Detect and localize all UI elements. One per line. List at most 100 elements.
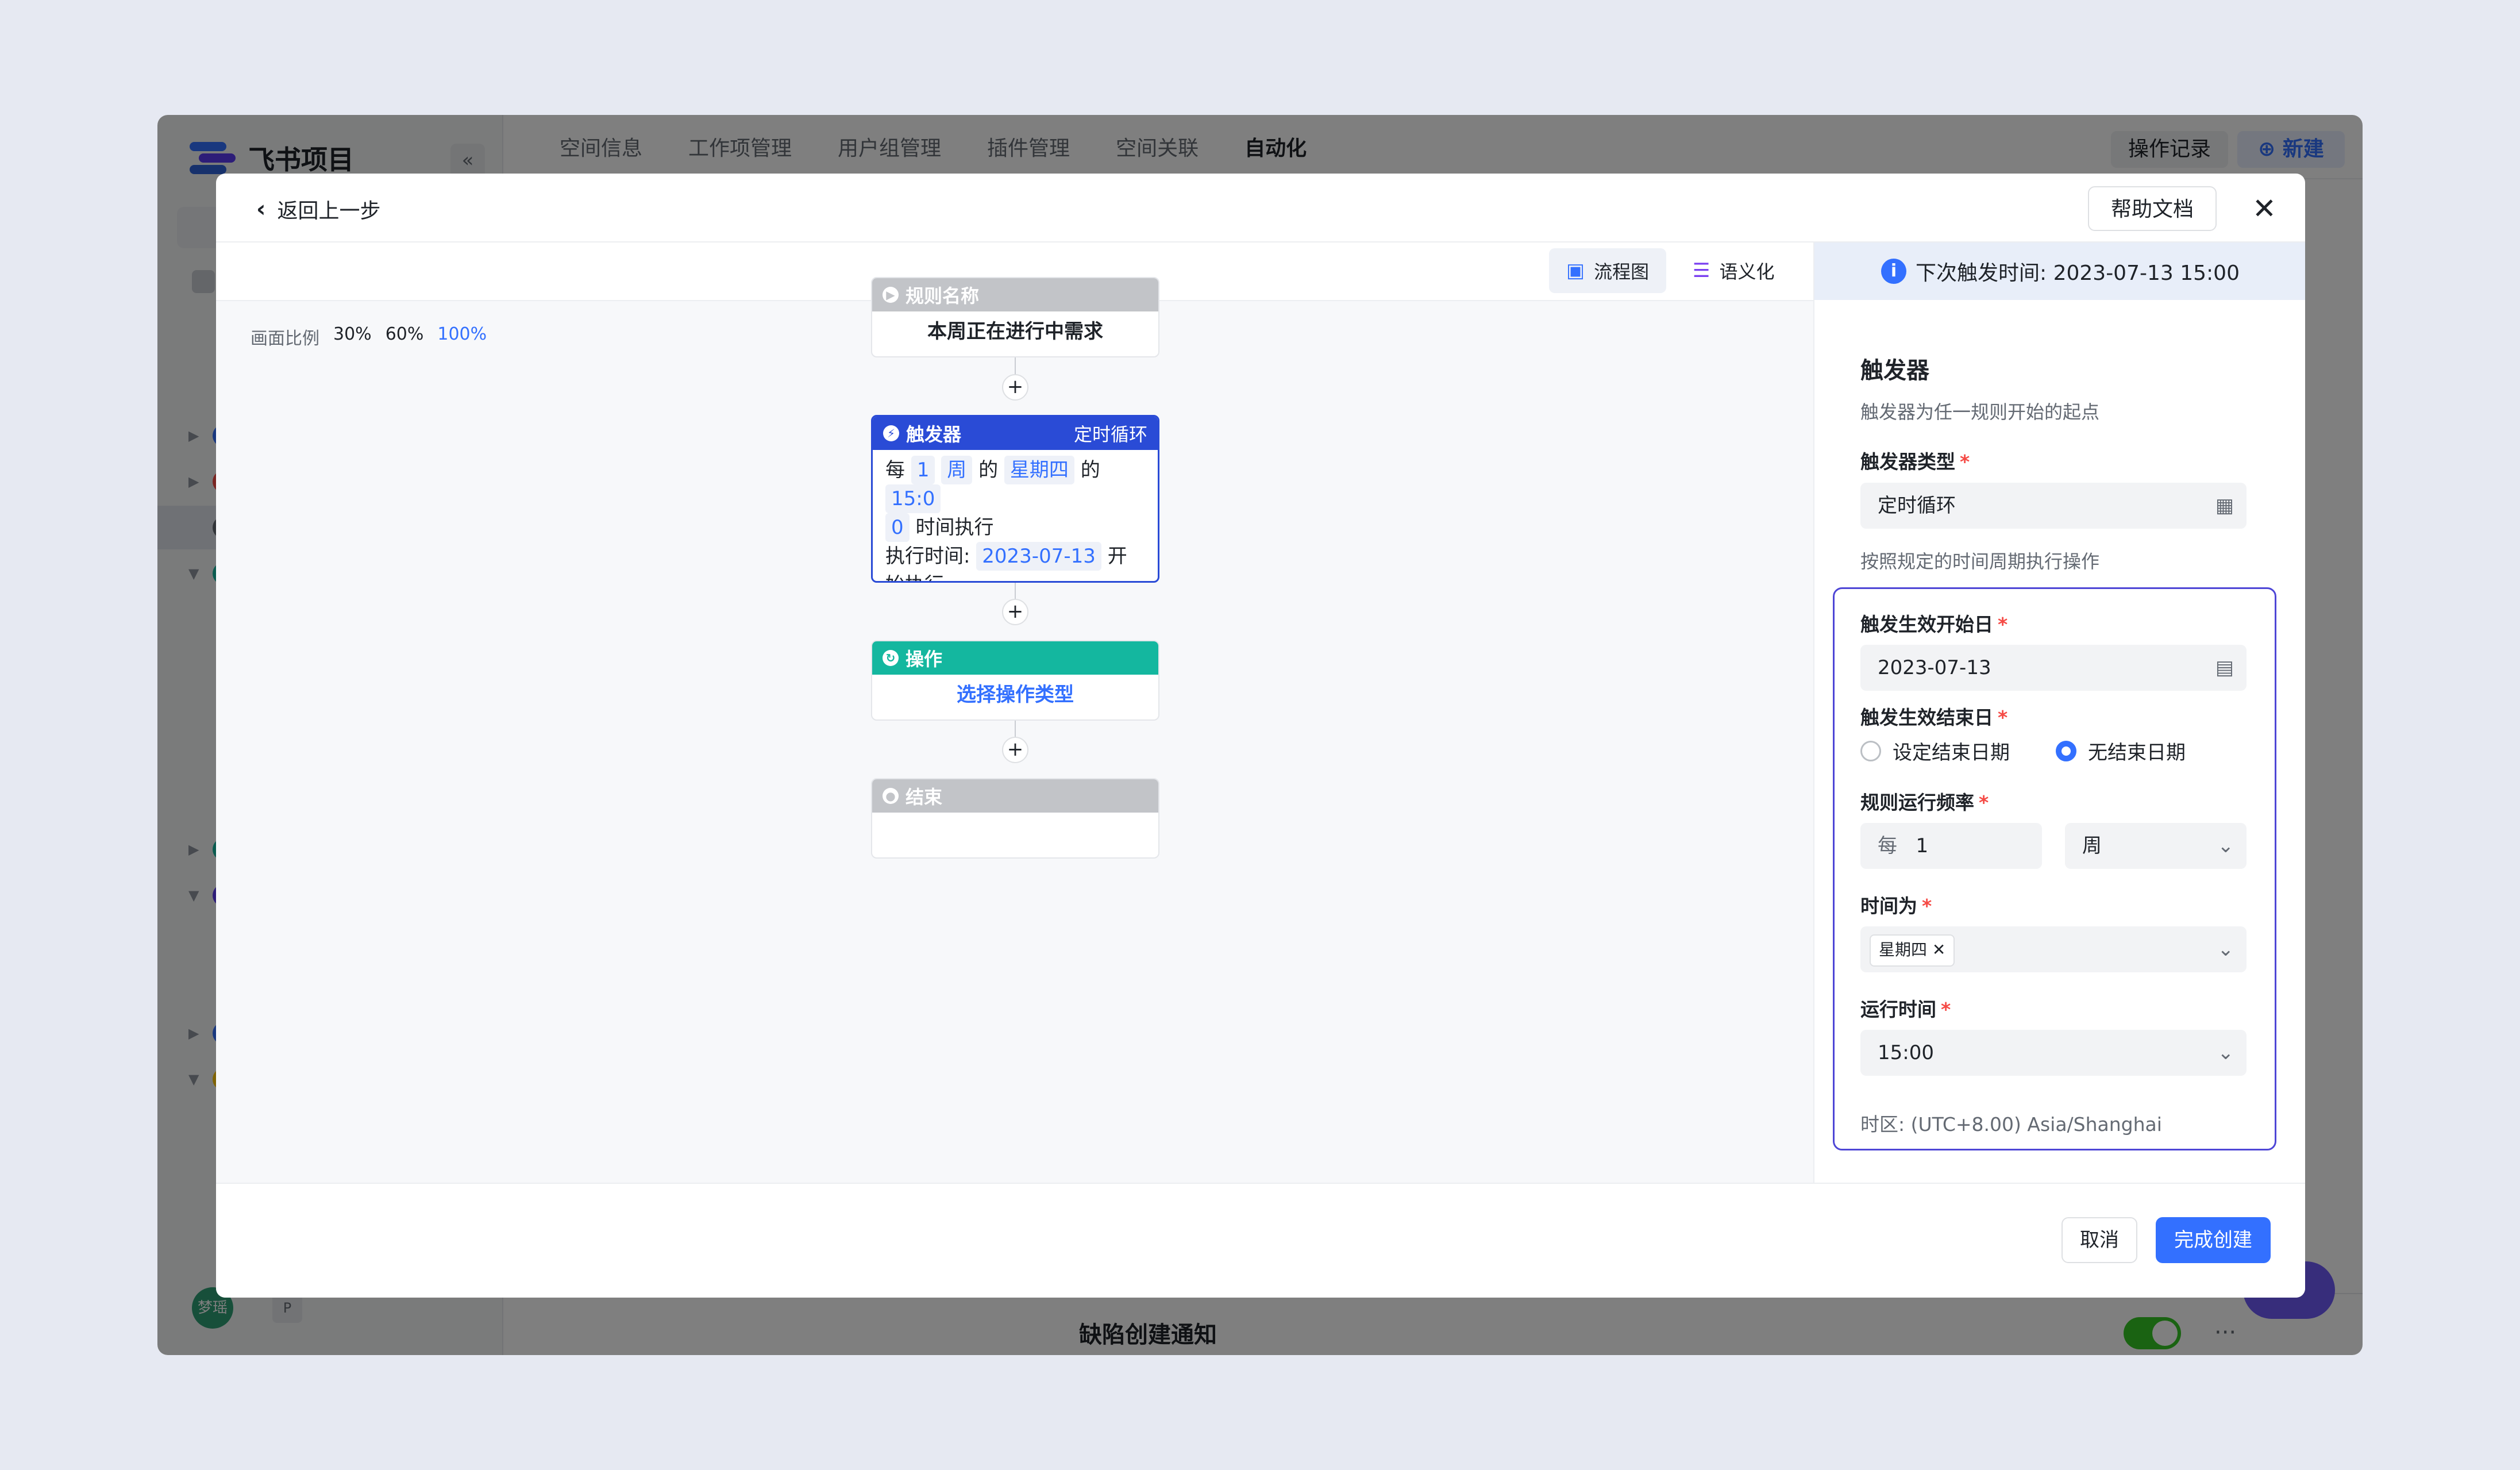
required-mark: * xyxy=(1998,706,2008,729)
radio-label: 设定结束日期 xyxy=(1893,741,2010,764)
run-time-value: 15:00 xyxy=(1878,1041,1934,1064)
label-text: 触发器类型 xyxy=(1860,451,1955,473)
tab-semantic[interactable]: ☰ 语义化 xyxy=(1675,248,1792,293)
trigger-type-select[interactable]: 定时循环 ▦ xyxy=(1860,483,2247,529)
back-label: 返回上一步 xyxy=(277,199,381,223)
rule-name-node[interactable]: ▶ 规则名称 本周正在进行中需求 xyxy=(871,277,1159,357)
next-trigger-banner: i 下次触发时间: 2023-07-13 15:00 xyxy=(1814,243,2305,300)
end-date-radio-group: 设定结束日期 无结束日期 xyxy=(1860,737,2186,765)
required-mark: * xyxy=(1960,451,1970,473)
add-node-button[interactable]: + xyxy=(1002,374,1028,401)
select-action-type-link[interactable]: 选择操作类型 xyxy=(872,675,1158,715)
frequency-unit-select[interactable]: 周 ⌄ xyxy=(2065,823,2247,869)
text: 时间执行 xyxy=(915,516,994,539)
trigger-line-2: 0 时间执行 xyxy=(885,513,1145,542)
info-icon: i xyxy=(1881,259,1906,284)
weekday-multiselect[interactable]: 星期四 ✕ ⌄ xyxy=(1860,926,2247,972)
run-time-select[interactable]: 15:00 ⌄ xyxy=(1860,1030,2247,1076)
grid-switch-icon[interactable]: ▦ xyxy=(2215,483,2234,529)
radio-label: 无结束日期 xyxy=(2088,741,2186,764)
trigger-node-body: 每 1 周 的 星期四 的 15:0 0 时间执行 执行时间: 2023-07-… xyxy=(873,450,1158,581)
modal-footer: 取消 完成创建 xyxy=(216,1183,2305,1298)
trigger-line-3: 执行时间: 2023-07-13 开 xyxy=(885,542,1145,571)
play-icon: ▶ xyxy=(883,287,899,303)
zoom-30[interactable]: 30% xyxy=(333,324,372,349)
board-icon: ▣ xyxy=(1566,259,1585,282)
frequency-input[interactable]: 每 1 xyxy=(1860,823,2042,869)
trigger-node[interactable]: ⚡ 触发器 定时循环 每 1 周 的 星期四 的 15:0 0 时间执行 执行时… xyxy=(871,415,1159,583)
text: 每 xyxy=(885,459,905,482)
rule-name-text: 本周正在进行中需求 xyxy=(927,320,1103,343)
action-node-header: ↻ 操作 xyxy=(872,641,1158,675)
token: 1 xyxy=(911,456,935,484)
end-node[interactable]: ● 结束 xyxy=(871,778,1159,859)
action-node[interactable]: ↻ 操作 选择操作类型 xyxy=(871,640,1159,721)
rule-name-header-label: 规则名称 xyxy=(905,285,980,307)
flow-canvas[interactable]: ▣ 流程图 ☰ 语义化 画面比例 30% 60% 100% ▶ 规则名称 本周正… xyxy=(216,243,1813,1183)
text: 的 xyxy=(1080,459,1100,482)
radio-no-end-date[interactable]: 无结束日期 xyxy=(2056,737,2186,765)
token: 周 xyxy=(941,456,973,484)
trigger-config-panel: i 下次触发时间: 2023-07-13 15:00 触发器 触发器为任一规则开… xyxy=(1813,243,2305,1183)
create-button[interactable]: 完成创建 xyxy=(2156,1217,2271,1263)
label-text: 触发生效结束日 xyxy=(1860,706,1993,729)
radio-circle xyxy=(1860,740,1881,761)
modal-header: ‹ 返回上一步 帮助文档 ✕ xyxy=(216,174,2305,243)
end-header-label: 结束 xyxy=(905,786,943,808)
lightning-icon: ⚡ xyxy=(883,425,899,441)
end-date-label: 触发生效结束日 * xyxy=(1860,702,2007,730)
token: 15:0 xyxy=(885,484,941,513)
frequency-label: 规则运行频率 * xyxy=(1860,787,1989,815)
trigger-node-header: ⚡ 触发器 定时循环 xyxy=(873,417,1158,450)
trigger-type-value: 定时循环 xyxy=(1878,494,1956,517)
cancel-button[interactable]: 取消 xyxy=(2062,1217,2137,1263)
trigger-line-1: 每 1 周 的 星期四 的 15:0 xyxy=(885,456,1145,513)
trigger-header-label: 触发器 xyxy=(906,424,962,445)
timezone-text: 时区: (UTC+8.00) Asia/Shanghai xyxy=(1860,1113,2162,1136)
automation-modal: ‹ 返回上一步 帮助文档 ✕ ▣ 流程图 ☰ 语义化 画面比例 30% 60% … xyxy=(216,174,2305,1298)
panel-description: 触发器为任一规则开始的起点 xyxy=(1860,401,2100,423)
tab-flowchart[interactable]: ▣ 流程图 xyxy=(1549,248,1667,293)
chevron-down-icon: ⌄ xyxy=(2217,1041,2234,1064)
required-mark: * xyxy=(1998,613,2008,636)
zoom-scale: 画面比例 30% 60% 100% xyxy=(251,324,487,349)
text: 的 xyxy=(978,459,999,482)
back-button[interactable]: ‹ 返回上一步 xyxy=(256,194,381,224)
close-icon[interactable]: ✕ xyxy=(2244,188,2284,229)
list-icon: ☰ xyxy=(1693,259,1710,282)
token: 星期四 xyxy=(1004,456,1074,484)
chevron-down-icon: ⌄ xyxy=(2217,834,2234,857)
start-date-label: 触发生效开始日 * xyxy=(1860,609,2007,637)
start-date-value: 2023-07-13 xyxy=(1878,656,1991,679)
required-mark: * xyxy=(1922,895,1932,917)
trigger-line-4: 始执行 xyxy=(885,571,1145,581)
text: 执行时间: xyxy=(885,545,970,568)
text: 开 xyxy=(1107,545,1127,568)
start-date-picker[interactable]: 2023-07-13 ▤ xyxy=(1860,645,2247,691)
trigger-type-tag: 定时循环 xyxy=(1073,424,1147,445)
add-node-button[interactable]: + xyxy=(1002,599,1028,625)
chip-label: 星期四 xyxy=(1879,940,1928,959)
radio-circle-selected xyxy=(2056,740,2076,761)
help-docs-button[interactable]: 帮助文档 xyxy=(2088,186,2217,231)
calendar-icon[interactable]: ▤ xyxy=(2215,645,2234,691)
action-icon: ↻ xyxy=(883,650,899,666)
radio-set-end-date[interactable]: 设定结束日期 xyxy=(1860,737,2010,765)
chevron-left-icon: ‹ xyxy=(256,196,266,222)
chevron-down-icon: ⌄ xyxy=(2217,938,2234,961)
tab-semantic-label: 语义化 xyxy=(1719,261,1775,283)
label-text: 触发生效开始日 xyxy=(1860,613,1993,636)
trigger-type-label: 触发器类型 * xyxy=(1860,447,1970,474)
tab-flowchart-label: 流程图 xyxy=(1594,261,1650,283)
frequency-prefix: 每 xyxy=(1878,834,1897,857)
zoom-100[interactable]: 100% xyxy=(437,324,487,349)
zoom-60[interactable]: 60% xyxy=(386,324,424,349)
frequency-value: 1 xyxy=(1916,834,1929,857)
panel-title: 触发器 xyxy=(1860,357,1929,384)
weekday-chip: 星期四 ✕ xyxy=(1870,934,1955,967)
label-text: 运行时间 xyxy=(1860,998,1936,1021)
rule-name-node-header: ▶ 规则名称 xyxy=(872,278,1158,311)
add-node-button[interactable]: + xyxy=(1002,737,1028,763)
trigger-type-hint: 按照规定的时间周期执行操作 xyxy=(1860,551,2100,572)
chip-close-icon[interactable]: ✕ xyxy=(1932,940,1945,959)
